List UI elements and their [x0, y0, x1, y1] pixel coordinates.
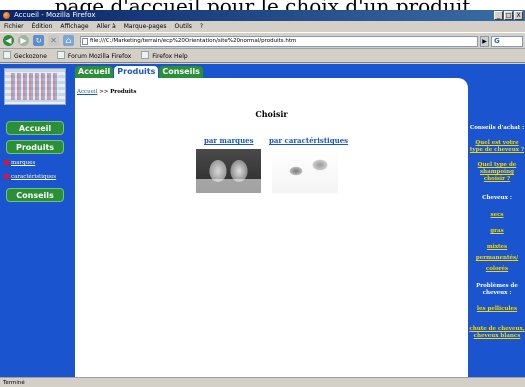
bookmarks-bar: Geckozone Forum Mozilla Firefox Firefox …	[0, 50, 525, 63]
close-button[interactable]: X	[514, 11, 523, 20]
nav-button-conseils[interactable]: Conseils	[6, 188, 64, 202]
advice-link-hair-type[interactable]: Quel est votre type de cheveux ?	[469, 140, 525, 154]
bookmark-geckozone[interactable]: Geckozone	[3, 50, 47, 62]
store-shelf-image	[4, 68, 66, 105]
hair-link-permanentes[interactable]: permanentés/	[469, 255, 525, 262]
breadcrumb: Accueil >> Produits	[77, 89, 136, 95]
hair-link-mixtes[interactable]: mixtes	[469, 244, 525, 251]
choose-by-brand-link[interactable]: par marques	[204, 136, 254, 145]
window-title: Accueil - Mozilla Firefox	[14, 11, 96, 19]
go-button[interactable]: ▶	[480, 36, 489, 47]
title-bar: Accueil - Mozilla Firefox _ □ X	[0, 10, 525, 21]
window-controls: _ □ X	[494, 11, 523, 20]
advice-heading: Conseils d'achat :	[469, 125, 525, 131]
menu-bar: Fichier Édition Affichage Aller à Marque…	[0, 21, 525, 32]
right-navigation: Conseils d'achat : Quel est votre type d…	[469, 78, 525, 377]
browser-window: Accueil - Mozilla Firefox _ □ X Fichier …	[0, 10, 525, 387]
url-bar[interactable]: file:///C:/Marketing/terrain/ecp%20Orien…	[80, 36, 478, 47]
menu-affichage[interactable]: Affichage	[60, 21, 88, 32]
menu-fichier[interactable]: Fichier	[4, 21, 24, 32]
hair-link-secs[interactable]: secs	[469, 212, 525, 219]
nav-button-produits[interactable]: Produits	[6, 140, 64, 154]
back-arrow-icon[interactable]: ◀	[3, 35, 14, 46]
search-input[interactable]: G	[491, 36, 523, 47]
bookmark-forum-firefox[interactable]: Forum Mozilla Firefox	[57, 50, 131, 62]
problem-link-pellicules[interactable]: les pellicules	[469, 306, 525, 313]
status-bar: Terminé	[0, 377, 525, 387]
stop-icon[interactable]: ✕	[48, 35, 59, 46]
main-panel: Accueil >> Produits Choisir par marques …	[75, 78, 468, 377]
couple-photo[interactable]	[196, 149, 261, 193]
choose-by-feature-link[interactable]: par caractéristiques	[269, 136, 348, 145]
problem-link-chute[interactable]: chute de cheveux, cheveux blancs	[469, 326, 525, 340]
advice-link-shampoo[interactable]: Quel type de shampoing choisir ?	[469, 162, 525, 183]
firefox-icon	[3, 12, 10, 19]
forward-arrow-icon[interactable]: ▶	[18, 35, 29, 46]
tab-accueil[interactable]: Accueil	[75, 66, 114, 78]
menu-aide[interactable]: ?	[200, 21, 203, 32]
breadcrumb-home-link[interactable]: Accueil	[77, 89, 97, 95]
breadcrumb-separator: >>	[97, 89, 111, 95]
url-text: file:///C:/Marketing/terrain/ecp%20Orien…	[90, 38, 297, 44]
bookmark-firefox-help[interactable]: Firefox Help	[141, 50, 187, 62]
problems-heading: Problèmes de cheveux :	[476, 283, 518, 296]
nav-button-accueil[interactable]: Accueil	[6, 121, 64, 135]
tab-conseils[interactable]: Conseils	[159, 66, 203, 78]
navigation-toolbar: ◀ ▶ ↻ ✕ ⌂ file:///C:/Marketing/terrain/e…	[0, 32, 525, 49]
tab-produits[interactable]: Produits	[114, 66, 159, 78]
hair-heading: Cheveux :	[482, 195, 512, 201]
maximize-button[interactable]: □	[504, 11, 513, 20]
nav-link-caracteristiques[interactable]: caractéristiques	[4, 174, 56, 180]
faces-photo[interactable]	[272, 149, 338, 193]
page-content: Accueil Produits marques caractéristique…	[0, 64, 525, 377]
minimize-button[interactable]: _	[494, 11, 503, 20]
page-icon	[82, 38, 88, 45]
hair-link-colores[interactable]: colorés	[469, 266, 525, 273]
tab-bar: Accueil Produits Conseils	[75, 66, 203, 78]
page-title: Choisir	[255, 109, 288, 119]
menu-edition[interactable]: Édition	[32, 21, 53, 32]
left-navigation: Accueil Produits marques caractéristique…	[0, 64, 70, 377]
menu-aller[interactable]: Aller à	[97, 21, 116, 32]
hair-link-gras[interactable]: gras	[469, 228, 525, 235]
menu-outils[interactable]: Outils	[175, 21, 192, 32]
home-icon[interactable]: ⌂	[63, 35, 74, 46]
nav-link-marques[interactable]: marques	[4, 160, 35, 166]
menu-marque-pages[interactable]: Marque-pages	[124, 21, 167, 32]
breadcrumb-current: Produits	[110, 89, 137, 95]
reload-icon[interactable]: ↻	[33, 35, 44, 46]
